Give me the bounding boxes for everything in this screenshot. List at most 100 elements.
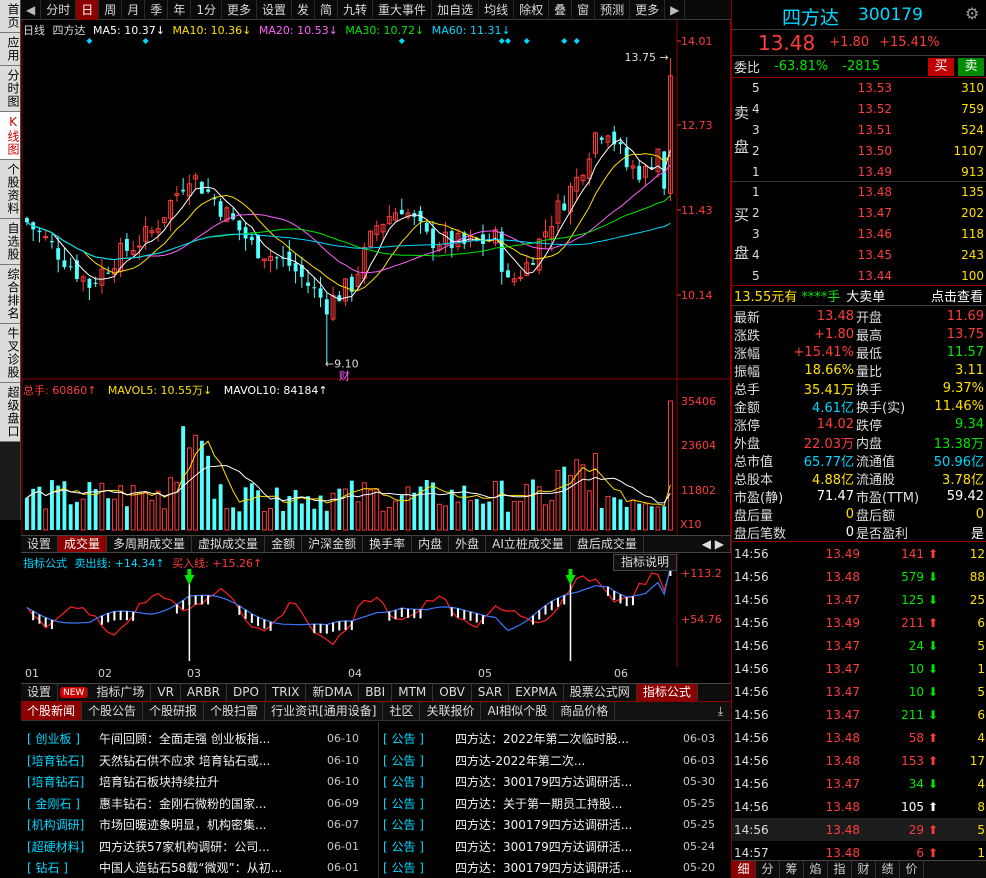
ask-row[interactable]: 3 13.51 524: [752, 120, 985, 141]
volume-tab-1[interactable]: 成交量: [58, 536, 108, 552]
news-title[interactable]: 惠丰钻石：金刚石微粉的国家...: [99, 795, 309, 812]
news-tab-6[interactable]: 关联报价: [420, 702, 482, 720]
news-tab-7[interactable]: AI相似个股: [481, 702, 555, 720]
left-tab-7[interactable]: 牛叉诊股: [0, 324, 20, 383]
news-title[interactable]: 四方达：300179四方达调研活...: [455, 773, 665, 790]
toolbar-item-6[interactable]: 1分: [191, 0, 222, 20]
tick-row[interactable]: 14:56 13.47 10 ⬇ 5: [732, 680, 986, 703]
tick-row[interactable]: 14:56 13.49 141 ⬆ 12: [732, 542, 986, 565]
toolbar-item-8[interactable]: 设置: [257, 0, 292, 20]
indicator-tab-11[interactable]: SAR: [472, 684, 510, 701]
news-item[interactable]: [ 公告 ] 四方达：关于第一期员工持股... 05-25: [383, 793, 715, 815]
sell-button[interactable]: 卖: [958, 57, 984, 76]
tick-row[interactable]: 14:56 13.47 125 ⬇ 25: [732, 588, 986, 611]
news-item[interactable]: [ 公告 ] 四方达：300179四方达调研活... 05-24: [383, 836, 715, 858]
left-tab-1[interactable]: 应用: [0, 33, 20, 66]
tick-row[interactable]: 14:56 13.47 24 ⬇ 5: [732, 634, 986, 657]
news-title[interactable]: 培育钻石板块持续拉升: [99, 773, 309, 790]
indicator-tab-5[interactable]: DPO: [227, 684, 266, 701]
indicator-tab-12[interactable]: EXPMA: [509, 684, 564, 701]
indicator-tab-14[interactable]: 指标公式: [636, 684, 698, 701]
news-item[interactable]: [ 公告 ] 四方达：2022年第二次临时股... 06-03: [383, 728, 715, 750]
news-item[interactable]: [ 公告 ] 四方达：300179四方达调研活... 05-30: [383, 771, 715, 793]
indicator-tab-8[interactable]: BBI: [359, 684, 393, 701]
right-bottom-tab-5[interactable]: 财: [852, 861, 876, 878]
news-tab-2[interactable]: 个股研报: [143, 702, 205, 720]
volume-tab-5[interactable]: 沪深金额: [302, 536, 364, 552]
tick-row[interactable]: 14:56 13.49 211 ⬆ 6: [732, 611, 986, 634]
volume-tab-6[interactable]: 换手率: [363, 536, 413, 552]
news-title[interactable]: 市场回暖迹象明显，机构密集...: [99, 816, 309, 833]
right-bottom-tab-7[interactable]: 价: [900, 861, 924, 878]
download-icon[interactable]: ⤓: [710, 702, 731, 720]
news-title[interactable]: 四方达获57家机构调研：公司...: [99, 838, 309, 855]
toolbar-item-15[interactable]: 除权: [514, 0, 550, 20]
news-title[interactable]: 中国人造钻石58载“微观”：从初...: [99, 859, 309, 876]
kline-chart[interactable]: 14.01 12.73 11.43 10.14 35406 23604 11802 X10 13…: [21, 20, 731, 535]
news-tab-5[interactable]: 社区: [383, 702, 421, 720]
news-title[interactable]: 天然钻石供不应求 培育钻石或...: [99, 752, 309, 769]
bid-row[interactable]: 5 13.44 100: [752, 265, 985, 286]
tick-list[interactable]: 14:56 13.49 141 ⬆ 12 14:56 13.48 579 ⬇ 88 14:56 13.…: [732, 542, 986, 878]
toolbar-item-11[interactable]: 九转: [338, 0, 374, 20]
toolbar-item-4[interactable]: 季: [145, 0, 169, 20]
buy-button[interactable]: 买: [928, 57, 954, 76]
volume-tab-10[interactable]: 盘后成交量: [571, 536, 644, 552]
toolbar-item-17[interactable]: 窗: [572, 0, 596, 20]
ask-row[interactable]: 4 13.52 759: [752, 99, 985, 120]
left-tab-5[interactable]: 自选股: [0, 219, 20, 265]
toolbar-item-9[interactable]: 发: [292, 0, 316, 20]
tick-row[interactable]: 14:56 13.47 34 ⬇ 4: [732, 772, 986, 795]
news-title[interactable]: 四方达：关于第一期员工持股...: [455, 795, 665, 812]
toolbar-item-7[interactable]: 更多: [222, 0, 257, 20]
toolbar-item-18[interactable]: 预测: [595, 0, 631, 20]
toolbar-item-5[interactable]: 年: [168, 0, 192, 20]
indicator-explain-button[interactable]: 指标说明: [613, 554, 677, 571]
volume-tab-9[interactable]: AI立桩成交量: [486, 536, 571, 552]
news-tab-4[interactable]: 行业资讯[通用设备]: [265, 702, 384, 720]
left-tab-8[interactable]: 超级盘口: [0, 383, 20, 442]
tick-row[interactable]: 14:56 13.48 105 ⬆ 8: [732, 795, 986, 818]
indicator-tab-6[interactable]: TRIX: [266, 684, 307, 701]
news-item[interactable]: [ 公告 ] 四方达：300179四方达调研活... 05-20: [383, 857, 715, 878]
indicator-tab-0[interactable]: 设置: [21, 684, 59, 701]
indicator-tab-10[interactable]: OBV: [433, 684, 472, 701]
tick-row[interactable]: 14:56 13.47 10 ⬇ 1: [732, 657, 986, 680]
gear-icon[interactable]: ⚙: [965, 4, 979, 23]
toolbar-item-16[interactable]: 叠: [549, 0, 573, 20]
news-title[interactable]: 四方达：300179四方达调研活...: [455, 816, 665, 833]
news-item[interactable]: [培育钻石] 培育钻石板块持续拉升 06-10: [27, 771, 359, 793]
ask-row[interactable]: 1 13.49 913: [752, 161, 985, 182]
right-bottom-tab-1[interactable]: 分: [756, 861, 780, 878]
right-bottom-tab-6[interactable]: 绩: [876, 861, 900, 878]
news-title[interactable]: 四方达：2022年第二次临时股...: [455, 730, 665, 747]
right-bottom-tab-2[interactable]: 筹: [780, 861, 804, 878]
toolbar-forward-button[interactable]: ▶: [665, 0, 686, 20]
news-tab-0[interactable]: 个股新闻: [21, 702, 83, 720]
news-tab-8[interactable]: 商品价格: [554, 702, 616, 720]
news-item[interactable]: [超硬材料] 四方达获57家机构调研：公司... 06-01: [27, 836, 359, 858]
left-tab-0[interactable]: 首页: [0, 0, 20, 33]
bid-row[interactable]: 4 13.45 243: [752, 244, 985, 265]
toolbar-item-12[interactable]: 重大事件: [373, 0, 433, 20]
news-tab-1[interactable]: 个股公告: [82, 702, 144, 720]
volume-tab-3[interactable]: 虚拟成交量: [192, 536, 266, 552]
volume-tab-nav[interactable]: ◀ ▶: [696, 536, 731, 552]
bid-row[interactable]: 3 13.46 118: [752, 224, 985, 245]
ask-row[interactable]: 2 13.50 1107: [752, 140, 985, 161]
ask-row[interactable]: 5 13.53 310: [752, 78, 985, 99]
toolbar-item-10[interactable]: 简: [315, 0, 339, 20]
indicator-tab-4[interactable]: ARBR: [181, 684, 228, 701]
news-item[interactable]: [ 金刚石 ] 惠丰钻石：金刚石微粉的国家... 06-09: [27, 793, 359, 815]
left-tab-4[interactable]: 个股资料: [0, 160, 20, 219]
tick-row[interactable]: 14:56 13.48 58 ⬆ 4: [732, 726, 986, 749]
left-tab-2[interactable]: 分时图: [0, 66, 20, 112]
toolbar-item-13[interactable]: 加自选: [432, 0, 480, 20]
indicator-tab-7[interactable]: 新DMA: [306, 684, 360, 701]
bid-row[interactable]: 1 13.48 135: [752, 182, 985, 203]
big-order-link[interactable]: 点击查看: [931, 286, 983, 305]
tick-row[interactable]: 14:56 13.47 211 ⬇ 6: [732, 703, 986, 726]
indicator-panel[interactable]: +113.2 +54.76 指标公式 卖出线: +14.34↑ 买入线: +15.…: [21, 553, 731, 683]
news-item[interactable]: [培育钻石] 天然钻石供不应求 培育钻石或... 06-10: [27, 750, 359, 772]
right-bottom-tab-0[interactable]: 细: [732, 861, 756, 878]
